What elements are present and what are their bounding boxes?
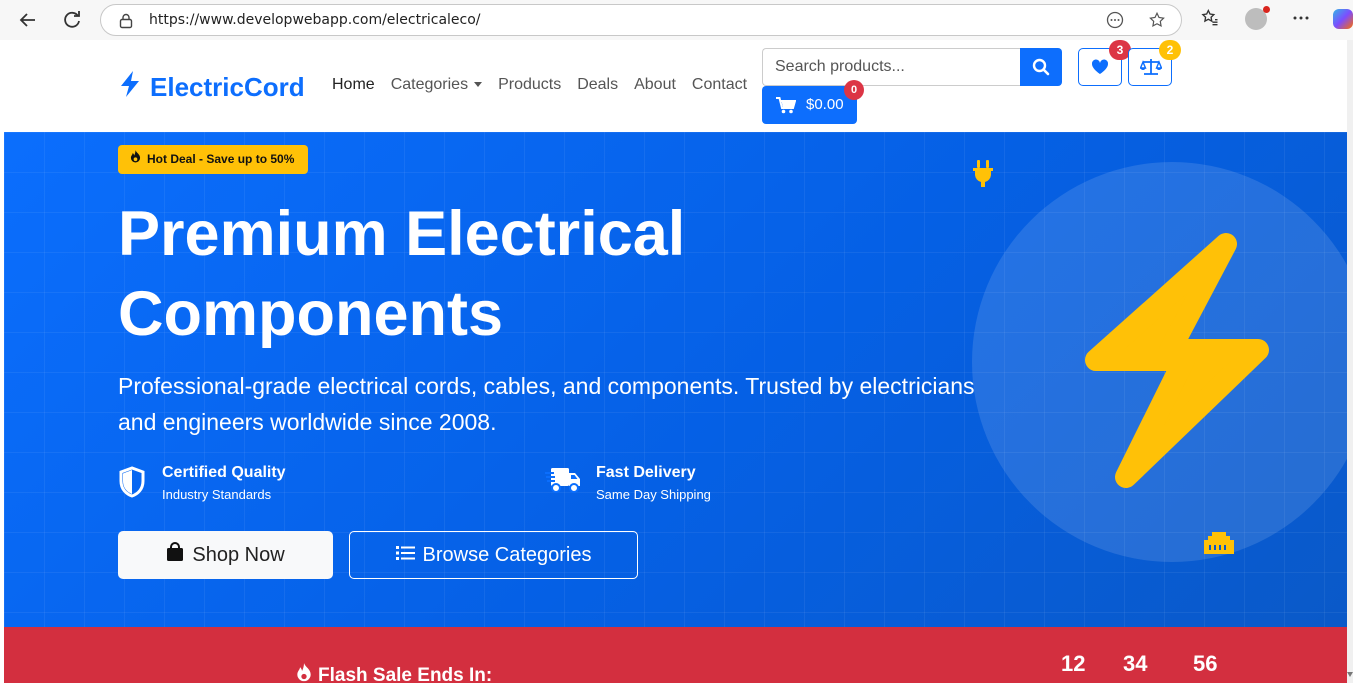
feature-title: Certified Quality bbox=[162, 464, 286, 481]
compare-button[interactable]: 2 bbox=[1128, 40, 1181, 86]
hero-title: Premium Electrical Components bbox=[118, 194, 878, 354]
feature-subtitle: Same Day Shipping bbox=[596, 487, 711, 502]
scroll-down-arrow-icon[interactable] bbox=[1347, 672, 1353, 677]
url-text[interactable]: https://www.developwebapp.com/electrical… bbox=[149, 5, 481, 35]
search-icon bbox=[1032, 58, 1050, 81]
countdown-seconds: 56 bbox=[1193, 651, 1218, 676]
address-bar[interactable]: https://www.developwebapp.com/electrical… bbox=[100, 4, 1182, 36]
wishlist-button[interactable]: 3 bbox=[1078, 40, 1131, 86]
favorite-star-icon[interactable] bbox=[1147, 11, 1167, 31]
hero-description: Professional-grade electrical cords, cab… bbox=[118, 373, 975, 435]
feature-title: Fast Delivery bbox=[596, 464, 696, 481]
hero-title-line1: Premium Electrical bbox=[118, 199, 686, 269]
plug-icon bbox=[972, 160, 994, 195]
fire-icon bbox=[130, 145, 141, 174]
browse-categories-button[interactable]: Browse Categories bbox=[349, 531, 638, 579]
shop-now-label: Shop Now bbox=[192, 543, 285, 566]
shopping-cart-icon bbox=[776, 97, 797, 118]
shopping-bag-icon bbox=[166, 542, 184, 568]
brand-name: ElectricCord bbox=[150, 71, 305, 102]
compare-count-badge: 2 bbox=[1159, 40, 1181, 60]
search-form bbox=[762, 48, 1062, 86]
reader-options-icon[interactable] bbox=[1105, 11, 1125, 31]
lock-icon[interactable] bbox=[119, 13, 133, 29]
flash-sale-banner: Flash Sale Ends In: 12 34 56 bbox=[4, 627, 1347, 686]
fire-icon bbox=[296, 663, 312, 688]
truck-icon bbox=[545, 466, 581, 501]
browse-categories-label: Browse Categories bbox=[422, 543, 592, 566]
nav-about[interactable]: About bbox=[634, 76, 676, 94]
more-menu-icon[interactable] bbox=[1289, 8, 1313, 32]
nav-contact[interactable]: Contact bbox=[692, 76, 747, 94]
refresh-icon[interactable] bbox=[60, 8, 84, 32]
hot-deal-text: Hot Deal - Save up to 50% bbox=[147, 152, 295, 166]
copilot-icon[interactable] bbox=[1333, 9, 1353, 29]
favorites-list-icon[interactable] bbox=[1198, 8, 1222, 32]
cart-count-badge: 0 bbox=[844, 80, 864, 100]
page-scrollbar[interactable] bbox=[1347, 40, 1353, 683]
countdown-hours: 12 bbox=[1061, 651, 1086, 676]
lightning-bolt-icon bbox=[1076, 232, 1276, 497]
browser-toolbar: https://www.developwebapp.com/electrical… bbox=[0, 0, 1353, 40]
list-icon bbox=[395, 544, 415, 567]
shop-now-button[interactable]: Shop Now bbox=[118, 531, 333, 579]
nav-home[interactable]: Home bbox=[332, 76, 375, 94]
nav-categories[interactable]: Categories bbox=[390, 76, 483, 94]
nav-products[interactable]: Products bbox=[498, 76, 561, 94]
cart-button[interactable]: $0.00 0 bbox=[762, 80, 864, 124]
hot-deal-badge: Hot Deal - Save up to 50% bbox=[118, 145, 309, 174]
brand-logo[interactable]: ElectricCord bbox=[118, 70, 305, 104]
balance-scale-icon bbox=[1139, 58, 1163, 81]
hero-section: Hot Deal - Save up to 50% Premium Electr… bbox=[4, 132, 1347, 627]
site-header: ElectricCord Home Categories Products De… bbox=[4, 40, 1347, 132]
lightning-bolt-icon bbox=[118, 70, 150, 105]
chevron-down-icon bbox=[474, 82, 483, 88]
nav-deals[interactable]: Deals bbox=[577, 76, 618, 94]
heart-icon bbox=[1091, 59, 1109, 80]
flash-sale-text: Flash Sale Ends In: bbox=[318, 664, 493, 686]
profile-avatar[interactable] bbox=[1245, 6, 1270, 30]
nav-categories-label: Categories bbox=[390, 76, 469, 93]
ethernet-port-icon bbox=[1204, 532, 1234, 559]
countdown-minutes: 34 bbox=[1123, 651, 1148, 676]
feature-subtitle: Industry Standards bbox=[162, 487, 272, 502]
shield-icon bbox=[118, 466, 146, 503]
search-button[interactable] bbox=[1020, 48, 1062, 86]
main-nav: Home Categories Products Deals About Con… bbox=[332, 76, 763, 94]
hero-title-line2: Components bbox=[118, 279, 503, 349]
search-input[interactable] bbox=[762, 48, 1021, 86]
flash-sale-label: Flash Sale Ends In: bbox=[296, 663, 492, 688]
cart-total: $0.00 bbox=[806, 96, 844, 113]
back-arrow-icon[interactable] bbox=[16, 8, 40, 32]
